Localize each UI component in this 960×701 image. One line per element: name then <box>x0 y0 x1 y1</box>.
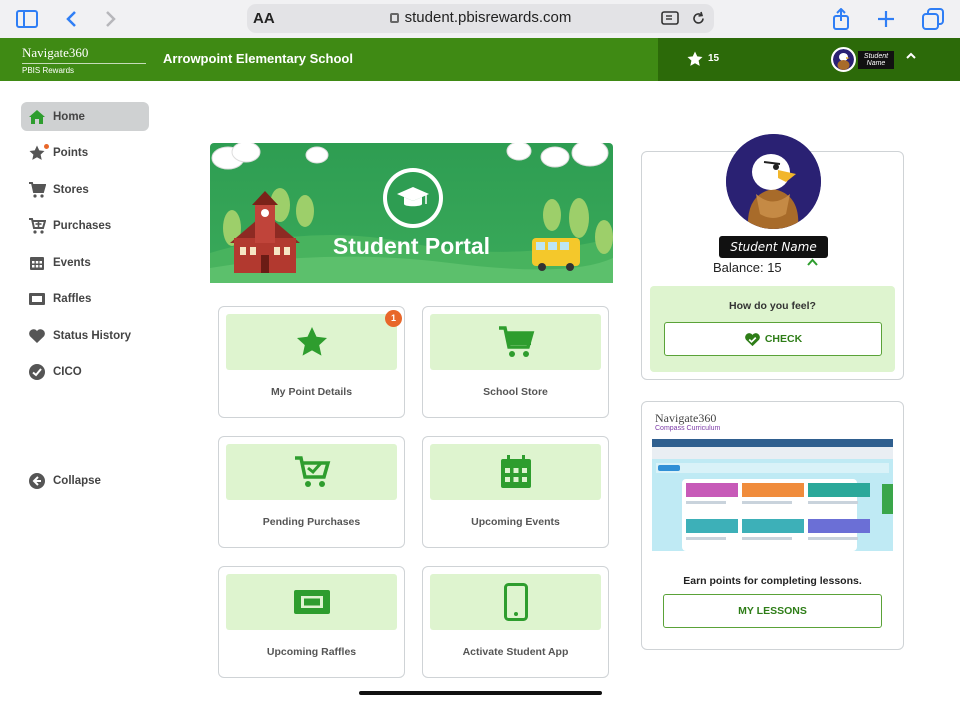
reload-icon[interactable] <box>691 11 706 26</box>
notification-dot <box>44 143 49 149</box>
forward-icon[interactable] <box>98 6 124 32</box>
brand-name: Navigate360 <box>22 45 146 64</box>
cart-icon <box>27 180 47 200</box>
lock-icon <box>389 13 399 23</box>
sidebar-item-label: CICO <box>53 366 82 378</box>
sidebar-item-points[interactable]: Points <box>21 139 149 168</box>
lessons-card: Navigate360 Compass Curriculum Earn poin… <box>641 401 904 650</box>
sidebar-item-label: Purchases <box>53 220 112 232</box>
school-name: Arrowpoint Elementary School <box>163 51 353 66</box>
heart-icon <box>27 326 47 346</box>
reader-icon[interactable] <box>661 11 679 25</box>
cart-check-icon <box>294 456 330 487</box>
sidebar-item-status-history[interactable]: Status History <box>21 321 149 350</box>
feelings-check-panel: How do you feel? CHECK <box>650 286 895 372</box>
sidebar-toggle-icon[interactable] <box>14 6 40 32</box>
sidebar-item-label: Raffles <box>53 293 92 305</box>
avatar[interactable] <box>831 47 856 72</box>
app-header: Navigate360 PBIS Rewards Arrowpoint Elem… <box>0 38 960 81</box>
banner-title: Student Portal <box>332 233 491 259</box>
star-icon <box>296 327 327 356</box>
upcoming-events-tile[interactable]: Upcoming Events <box>422 436 609 548</box>
chevron-up-icon[interactable] <box>806 255 819 270</box>
chevron-up-icon[interactable] <box>905 50 917 64</box>
sidebar-item-home[interactable]: Home <box>21 102 149 131</box>
lessons-subtitle: Compass Curriculum <box>655 425 721 432</box>
feel-prompt: How do you feel? <box>729 300 816 312</box>
tile-label: School Store <box>483 386 548 398</box>
cart-icon <box>498 326 534 357</box>
sidebar-nav: Home Points Stores Purchases Events Raff… <box>21 102 149 394</box>
profile-card: Student Name Balance: 15 How do you feel… <box>641 134 904 380</box>
sidebar-item-events[interactable]: Events <box>21 248 149 277</box>
tile-label: Pending Purchases <box>262 516 361 528</box>
calendar-icon <box>500 455 531 488</box>
home-icon <box>27 107 47 127</box>
earn-points-text: Earn points for completing lessons. <box>683 575 862 587</box>
sidebar-item-label: Status History <box>53 329 131 342</box>
student-portal-banner: Student Portal <box>210 143 613 283</box>
curriculum-preview-image <box>652 439 893 551</box>
cart-plus-icon <box>27 216 47 236</box>
arrow-left-circle-icon <box>27 471 47 491</box>
school-store-tile[interactable]: School Store <box>422 306 609 418</box>
balance-text: Balance: 15 <box>713 260 782 275</box>
check-button[interactable]: CHECK <box>664 322 882 356</box>
my-lessons-button[interactable]: MY LESSONS <box>663 594 882 628</box>
sidebar-item-label: Stores <box>53 183 89 196</box>
sidebar-item-stores[interactable]: Stores <box>21 175 149 204</box>
tile-label: Activate Student App <box>462 646 569 658</box>
tabs-overview-icon[interactable] <box>920 6 946 32</box>
collapse-button[interactable]: Collapse <box>21 466 101 495</box>
sidebar-item-cico[interactable]: CICO <box>21 358 149 387</box>
upcoming-raffles-tile[interactable]: Upcoming Raffles <box>218 566 405 678</box>
my-point-details-tile[interactable]: 1 My Point Details <box>218 306 405 418</box>
sidebar-item-label: Home <box>53 110 85 123</box>
tile-label: Upcoming Raffles <box>266 646 357 658</box>
user-name[interactable]: Student Name <box>858 51 894 69</box>
ticket-icon <box>27 289 47 309</box>
points-count: 15 <box>708 53 720 64</box>
brand-subtitle: PBIS Rewards <box>22 66 75 75</box>
graduation-cap-icon <box>383 168 443 228</box>
back-icon[interactable] <box>58 6 84 32</box>
phone-icon <box>503 583 528 621</box>
sidebar-item-label: Points <box>53 147 89 159</box>
calendar-icon <box>27 253 47 273</box>
ticket-icon <box>293 590 330 614</box>
tile-label: My Point Details <box>270 386 353 398</box>
sidebar-item-purchases[interactable]: Purchases <box>21 212 149 241</box>
notification-badge: 1 <box>385 310 402 327</box>
brand-logo[interactable]: Navigate360 PBIS Rewards <box>22 45 146 75</box>
home-indicator <box>359 691 602 695</box>
new-tab-icon[interactable] <box>873 6 899 32</box>
sidebar-item-raffles[interactable]: Raffles <box>21 285 149 314</box>
pending-purchases-tile[interactable]: Pending Purchases <box>218 436 405 548</box>
check-circle-icon <box>27 362 47 382</box>
collapse-label: Collapse <box>53 474 101 487</box>
share-icon[interactable] <box>828 6 854 32</box>
heart-check-icon <box>744 332 760 346</box>
browser-toolbar: AA student.pbisrewards.com <box>0 0 960 38</box>
tile-label: Upcoming Events <box>471 516 560 528</box>
activate-student-app-tile[interactable]: Activate Student App <box>422 566 609 678</box>
sidebar-item-label: Events <box>53 256 91 269</box>
star-icon <box>686 50 704 73</box>
lessons-brand: Navigate360 <box>655 411 717 425</box>
url-text: student.pbisrewards.com <box>404 9 572 26</box>
avatar <box>726 134 821 229</box>
check-button-label: CHECK <box>764 333 803 345</box>
address-bar[interactable]: AA student.pbisrewards.com <box>247 4 714 33</box>
